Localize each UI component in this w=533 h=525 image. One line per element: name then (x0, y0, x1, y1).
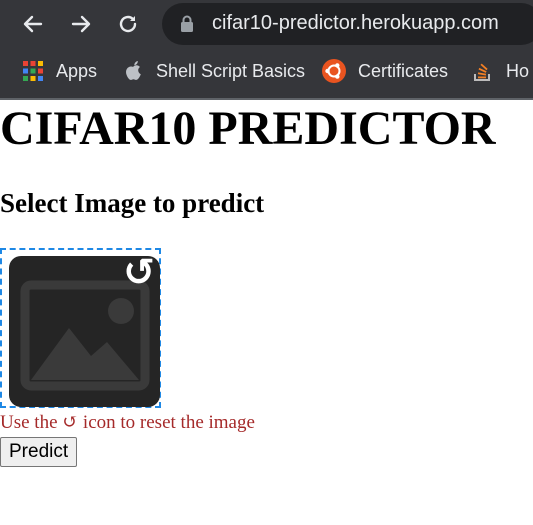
image-upload-dropzone[interactable]: ↺ (0, 248, 161, 408)
back-button[interactable] (18, 9, 48, 39)
bookmark-label: Certificates (358, 60, 449, 81)
page-subtitle: Select Image to predict (0, 188, 265, 218)
bookmark-stackoverflow[interactable]: Ho (472, 53, 529, 89)
bookmark-shell-script-basics[interactable]: Shell Script Basics (124, 53, 305, 89)
arrow-right-icon (71, 15, 91, 33)
bookmarks-bar: Apps Shell Script Basics Certificates Ho (0, 53, 533, 89)
reset-hint-text: Use the ↺ icon to reset the image (0, 412, 255, 433)
reload-icon (119, 15, 137, 33)
forward-button[interactable] (66, 9, 96, 39)
arrow-left-icon (23, 15, 43, 33)
bookmark-label: Apps (56, 60, 98, 81)
reset-icon[interactable]: ↺ (119, 252, 159, 292)
url-text: cifar10-predictor.herokuapp.com (212, 12, 499, 34)
apps-grid-icon (23, 61, 43, 81)
address-bar[interactable]: cifar10-predictor.herokuapp.com (162, 3, 533, 45)
bookmark-certificates[interactable]: Certificates (322, 53, 448, 89)
bookmark-label: Ho (506, 60, 530, 81)
bookmark-label: Shell Script Basics (156, 60, 306, 81)
apple-icon (126, 61, 141, 80)
predict-button[interactable]: Predict (0, 437, 78, 467)
stackoverflow-icon (474, 63, 490, 81)
ubuntu-icon (322, 59, 346, 83)
reload-button[interactable] (113, 9, 143, 39)
browser-chrome: cifar10-predictor.herokuapp.com Apps She… (0, 0, 533, 100)
bookmark-apps[interactable]: Apps (22, 53, 97, 89)
lock-icon (181, 15, 193, 32)
page-title: CIFAR10 PREDICTOR (0, 102, 496, 155)
browser-toolbar: cifar10-predictor.herokuapp.com (0, 0, 533, 48)
chrome-divider (0, 98, 533, 100)
